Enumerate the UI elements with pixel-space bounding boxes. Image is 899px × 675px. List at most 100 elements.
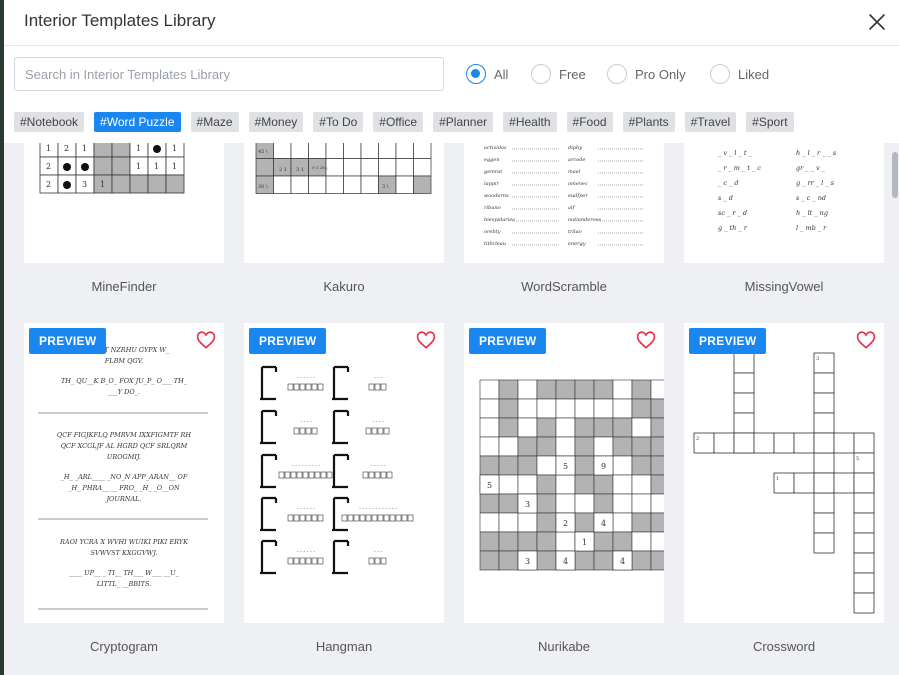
template-card-cryptogram[interactable]: _ _C AGT NZRHU GYPX W_ FLBM QGV. TH_ QU__K… xyxy=(24,323,224,623)
grid-cell xyxy=(631,474,652,495)
letter-box xyxy=(287,514,294,522)
grid-cell xyxy=(536,379,557,400)
puzzle-text: h _ l _ r _ _ s xyxy=(796,149,837,157)
grid-cell xyxy=(612,379,633,400)
template-card-wordscramble[interactable]: actividas eggen gemrat lappir wooderns ribuno… xyxy=(464,143,664,263)
tag-money[interactable]: #Money xyxy=(248,112,304,132)
grid-cell xyxy=(593,379,614,400)
puzzle-text: energy xyxy=(568,241,586,247)
puzzle-text: 3 xyxy=(525,500,530,509)
preview-button[interactable]: PREVIEW xyxy=(469,328,547,354)
grid-cell xyxy=(650,417,664,438)
filter-label: Pro Only xyxy=(635,66,686,82)
mine-icon xyxy=(81,163,89,171)
grid-cell xyxy=(498,455,519,476)
kakuro-thumbnail: 45 \ 2 1 3 1 9 1 28 \ 30 \ 3 \ xyxy=(255,143,432,194)
letter-box xyxy=(308,471,315,479)
grid-cell xyxy=(593,474,614,495)
kakuro-clue: 2 1 xyxy=(279,167,287,173)
tag-list: #Notebook #Word Puzzle #Maze #Money #To … xyxy=(14,112,804,132)
scrollbar-track[interactable] xyxy=(891,143,899,675)
template-card-nurikabe[interactable]: 5 9 5 3 2 4 1 3 4 4 PREVIEW xyxy=(464,323,664,623)
tag-word-puzzle[interactable]: #Word Puzzle xyxy=(94,112,181,132)
gallows-icon xyxy=(332,539,350,575)
template-card-minefinder[interactable]: 1211●12●●1112●31 xyxy=(24,143,224,263)
mine-icon xyxy=(63,163,71,171)
grid-cell xyxy=(378,143,397,159)
letter-box xyxy=(374,471,381,479)
preview-button[interactable]: PREVIEW xyxy=(29,328,107,354)
letter-box xyxy=(311,383,318,391)
tag-maze[interactable]: #Maze xyxy=(190,112,239,132)
filter-free[interactable]: Free xyxy=(531,64,586,84)
tag-sport[interactable]: #Sport xyxy=(746,112,794,132)
preview-button[interactable]: PREVIEW xyxy=(249,328,327,354)
grid-cell xyxy=(165,174,185,194)
grid-cell xyxy=(498,379,519,400)
letter-box xyxy=(353,514,360,522)
tag-to-do[interactable]: #To Do xyxy=(313,112,364,132)
heart-icon[interactable] xyxy=(636,331,656,351)
filter-pro-only[interactable]: Pro Only xyxy=(607,64,686,84)
grid-cell xyxy=(343,158,362,177)
letter-box xyxy=(317,557,324,565)
template-card-kakuro[interactable]: 45 \ 2 1 3 1 9 1 28 \ 30 \ 3 \ xyxy=(244,143,444,263)
filter-all[interactable]: All xyxy=(466,64,508,84)
grid-cell xyxy=(813,452,835,474)
grid-cell xyxy=(733,392,755,414)
puzzle-text: ribuno xyxy=(484,205,501,211)
close-icon[interactable] xyxy=(865,10,889,34)
preview-button[interactable]: PREVIEW xyxy=(689,328,767,354)
gallows-icon xyxy=(260,409,278,445)
grid-cell xyxy=(308,175,327,194)
letter-box xyxy=(386,471,393,479)
tag-notebook[interactable]: #Notebook xyxy=(14,112,85,132)
grid-cell xyxy=(650,436,664,457)
puzzle-text: sc _ r _ d xyxy=(718,209,747,217)
template-name: WordScramble xyxy=(521,279,607,294)
grid-cell xyxy=(555,417,576,438)
letter-box xyxy=(320,471,327,479)
grid-cell xyxy=(498,493,519,514)
grid-cell xyxy=(325,158,344,177)
tag-food[interactable]: #Food xyxy=(566,112,613,132)
template-card-hangman[interactable]: - - - - - - - - - - - - - - - - - - - - - - … xyxy=(244,323,444,623)
filter-liked[interactable]: Liked xyxy=(710,64,769,84)
grid-cell xyxy=(517,436,538,457)
heart-icon[interactable] xyxy=(196,331,216,351)
tag-office[interactable]: #Office xyxy=(373,112,424,132)
grid-cell xyxy=(111,174,131,194)
puzzle-text: - - - xyxy=(374,375,383,381)
tag-travel[interactable]: #Travel xyxy=(684,112,737,132)
tag-planner[interactable]: #Planner xyxy=(433,112,494,132)
template-card-crossword[interactable]: 3 2 5 1 PREVIEW xyxy=(684,323,884,623)
grid-cell xyxy=(650,550,664,571)
grid-cell xyxy=(631,398,652,419)
grid-cell xyxy=(273,143,292,159)
letter-box xyxy=(311,427,318,435)
puzzle-text: 1 xyxy=(776,476,779,482)
heart-icon[interactable] xyxy=(416,331,436,351)
scrollbar-thumb[interactable] xyxy=(892,152,898,198)
gallows-icon xyxy=(260,539,278,575)
heart-icon[interactable] xyxy=(856,331,876,351)
letter-box xyxy=(368,557,375,565)
tag-health[interactable]: #Health xyxy=(503,112,557,132)
letter-box xyxy=(341,514,348,522)
grid-cell xyxy=(413,175,432,194)
grid-cell xyxy=(498,550,519,571)
puzzle-text: 9 xyxy=(601,462,606,471)
grid-cell xyxy=(631,417,652,438)
letter-box xyxy=(380,383,387,391)
template-card-missingvowel[interactable]: _ v _ l _ t _ _ r _ m _ t _ c _ c _ d s _ d… xyxy=(684,143,884,263)
grid-cell xyxy=(479,379,500,400)
puzzle-text: - - - - - - - - - - - - xyxy=(359,506,397,512)
grid-cell xyxy=(612,512,633,533)
letter-box xyxy=(383,514,390,522)
letter-box xyxy=(359,514,366,522)
tag-plants[interactable]: #Plants xyxy=(622,112,675,132)
letter-box xyxy=(374,383,381,391)
search-input[interactable] xyxy=(14,57,444,91)
puzzle-text: mael xyxy=(568,169,581,175)
modal-title: Interior Templates Library xyxy=(24,11,216,30)
